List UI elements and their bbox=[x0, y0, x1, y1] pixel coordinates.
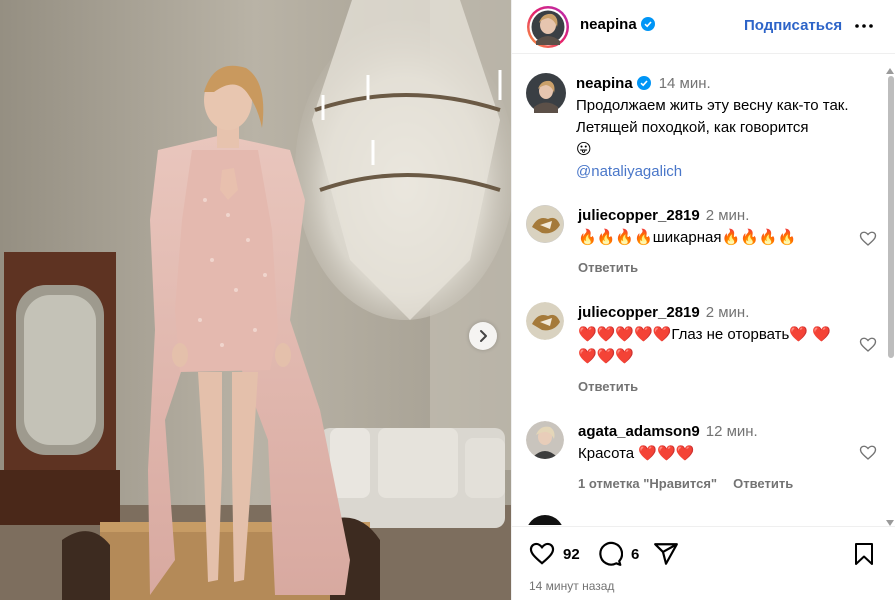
comment-time: 2 мин. bbox=[705, 304, 750, 321]
comments-scroll-area[interactable]: neapina 14 мин. Продолжаем жить эту весну… bbox=[512, 55, 895, 525]
caption-avatar[interactable] bbox=[526, 73, 566, 113]
commenter-avatar[interactable] bbox=[526, 205, 564, 243]
comment-icon bbox=[599, 541, 623, 566]
caption-username[interactable]: neapina bbox=[576, 75, 651, 92]
likes-count[interactable]: 92 bbox=[563, 546, 580, 563]
comment-text: ❤️❤️❤️❤️❤️Глаз не оторвать❤️ ❤️❤️❤️❤️ bbox=[578, 326, 831, 365]
post-timestamp: 14 минут назад bbox=[529, 579, 615, 593]
comment-likes-count[interactable]: 1 отметка "Нравится" bbox=[578, 476, 717, 491]
share-icon bbox=[654, 543, 678, 565]
post-header: neapina Подписаться bbox=[512, 0, 895, 54]
caption-time: 14 мин. bbox=[658, 75, 711, 92]
verified-badge-icon bbox=[636, 76, 651, 90]
like-icon bbox=[529, 542, 555, 565]
follow-button[interactable]: Подписаться bbox=[744, 17, 842, 34]
comment-username[interactable]: juliecopper_2819 bbox=[578, 207, 700, 224]
verified-badge-icon bbox=[640, 17, 655, 31]
caption-text: Продолжаем жить эту весну как-то так. Ле… bbox=[576, 97, 849, 136]
commenter-avatar[interactable] bbox=[526, 302, 564, 340]
caption-mention-link[interactable]: @nataliyagalich bbox=[576, 161, 876, 183]
author-avatar[interactable] bbox=[526, 5, 570, 49]
post-photo bbox=[0, 0, 511, 600]
next-image-icon bbox=[480, 330, 487, 342]
comments-count: 6 bbox=[631, 545, 640, 563]
comment-like-icon[interactable] bbox=[859, 444, 877, 462]
post-media[interactable] bbox=[0, 0, 511, 600]
reply-button[interactable]: Ответить bbox=[578, 260, 638, 275]
next-image-button[interactable] bbox=[469, 322, 497, 350]
save-button[interactable] bbox=[852, 541, 876, 567]
comment-like-icon[interactable] bbox=[859, 230, 877, 248]
reply-button[interactable]: Ответить bbox=[733, 476, 793, 491]
comment-username[interactable]: agata_adamson9 bbox=[578, 423, 700, 440]
share-button[interactable] bbox=[653, 541, 679, 567]
post-actions-bar: 92 6 14 минут назад bbox=[512, 526, 895, 600]
post-side-panel: neapina Подписаться neapina 14 мин. Продо… bbox=[511, 0, 895, 600]
author-username[interactable]: neapina bbox=[580, 16, 655, 33]
caption-emoji: 😛 bbox=[576, 141, 592, 158]
comment-username[interactable]: juliecopper_2819 bbox=[578, 304, 700, 321]
comment-button[interactable]: 6 bbox=[597, 541, 639, 567]
like-button[interactable]: 92 bbox=[529, 541, 580, 567]
comments-scrollbar[interactable] bbox=[885, 68, 895, 526]
commenter-avatar[interactable] bbox=[526, 421, 564, 459]
more-options-icon[interactable] bbox=[852, 14, 876, 38]
save-icon bbox=[855, 543, 873, 565]
comment-time: 2 мин. bbox=[705, 207, 750, 224]
comment-text: Красота ❤️❤️❤️ bbox=[578, 445, 695, 462]
comment-like-icon[interactable] bbox=[859, 336, 877, 354]
commenter-avatar[interactable] bbox=[526, 515, 564, 525]
comment-time: 12 мин. bbox=[705, 423, 758, 440]
reply-button[interactable]: Ответить bbox=[578, 379, 638, 394]
comment-text: 🔥🔥🔥🔥шикарная🔥🔥🔥🔥 bbox=[578, 229, 797, 246]
scrollbar-thumb[interactable] bbox=[888, 76, 894, 358]
scroll-up-arrow-icon[interactable] bbox=[886, 68, 894, 74]
